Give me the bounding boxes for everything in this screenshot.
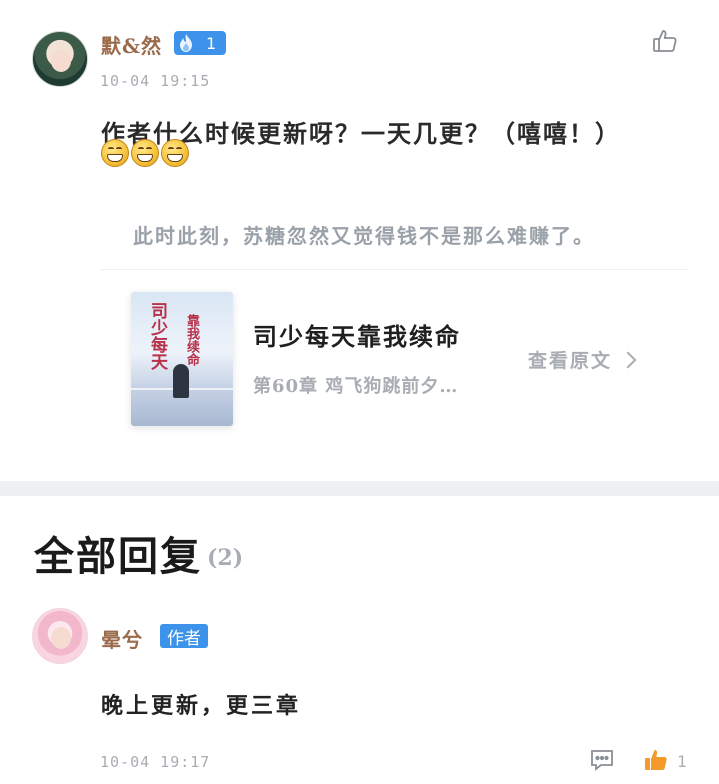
- book-title[interactable]: 司少每天靠我续命: [253, 317, 461, 352]
- fire-level-number: 1: [206, 33, 217, 53]
- commenter-avatar[interactable]: [32, 31, 88, 87]
- grin-emoji-icon: [161, 139, 189, 167]
- comment-reply-icon[interactable]: [589, 748, 615, 772]
- flame-icon: [174, 31, 198, 55]
- grin-emoji-icon: [131, 139, 159, 167]
- thumbs-up-icon[interactable]: [643, 747, 669, 773]
- thumbs-up-icon[interactable]: [652, 28, 678, 54]
- cover-subtitle: 靠我续命: [184, 314, 199, 366]
- reply-avatar[interactable]: [32, 608, 88, 664]
- quoted-excerpt: 此时此刻，苏糖忽然又觉得钱不是那么难赚了。: [133, 224, 595, 248]
- reply-username[interactable]: 晕兮: [101, 624, 143, 653]
- comment-timestamp: 10-04 19:15: [100, 72, 211, 90]
- view-original-label: 查看原文: [528, 350, 613, 372]
- reply-text: 晚上更新，更三章: [101, 693, 302, 719]
- avatar-face: [51, 627, 71, 649]
- grin-emoji-icon: [101, 139, 129, 167]
- view-original-link[interactable]: 查看原文: [528, 346, 637, 373]
- emoji-row: [101, 139, 189, 167]
- commenter-username[interactable]: 默&然: [101, 30, 162, 59]
- fire-level-badge: 1: [174, 31, 226, 55]
- like-count: 1: [677, 752, 687, 771]
- book-chapter[interactable]: 第60章 鸡飞狗跳前夕…: [253, 372, 458, 398]
- section-separator: [0, 481, 719, 496]
- cover-title: 司少每天: [147, 302, 167, 370]
- replies-heading: 全部回复: [34, 533, 202, 580]
- reply-timestamp: 10-04 19:17: [100, 753, 211, 771]
- divider: [100, 269, 688, 270]
- avatar-face: [51, 50, 71, 72]
- author-badge: 作者: [160, 624, 208, 649]
- cover-figure: [173, 364, 189, 398]
- chevron-right-icon: [619, 351, 637, 368]
- book-cover[interactable]: 司少每天 靠我续命: [131, 292, 233, 426]
- replies-count: (2): [207, 545, 244, 571]
